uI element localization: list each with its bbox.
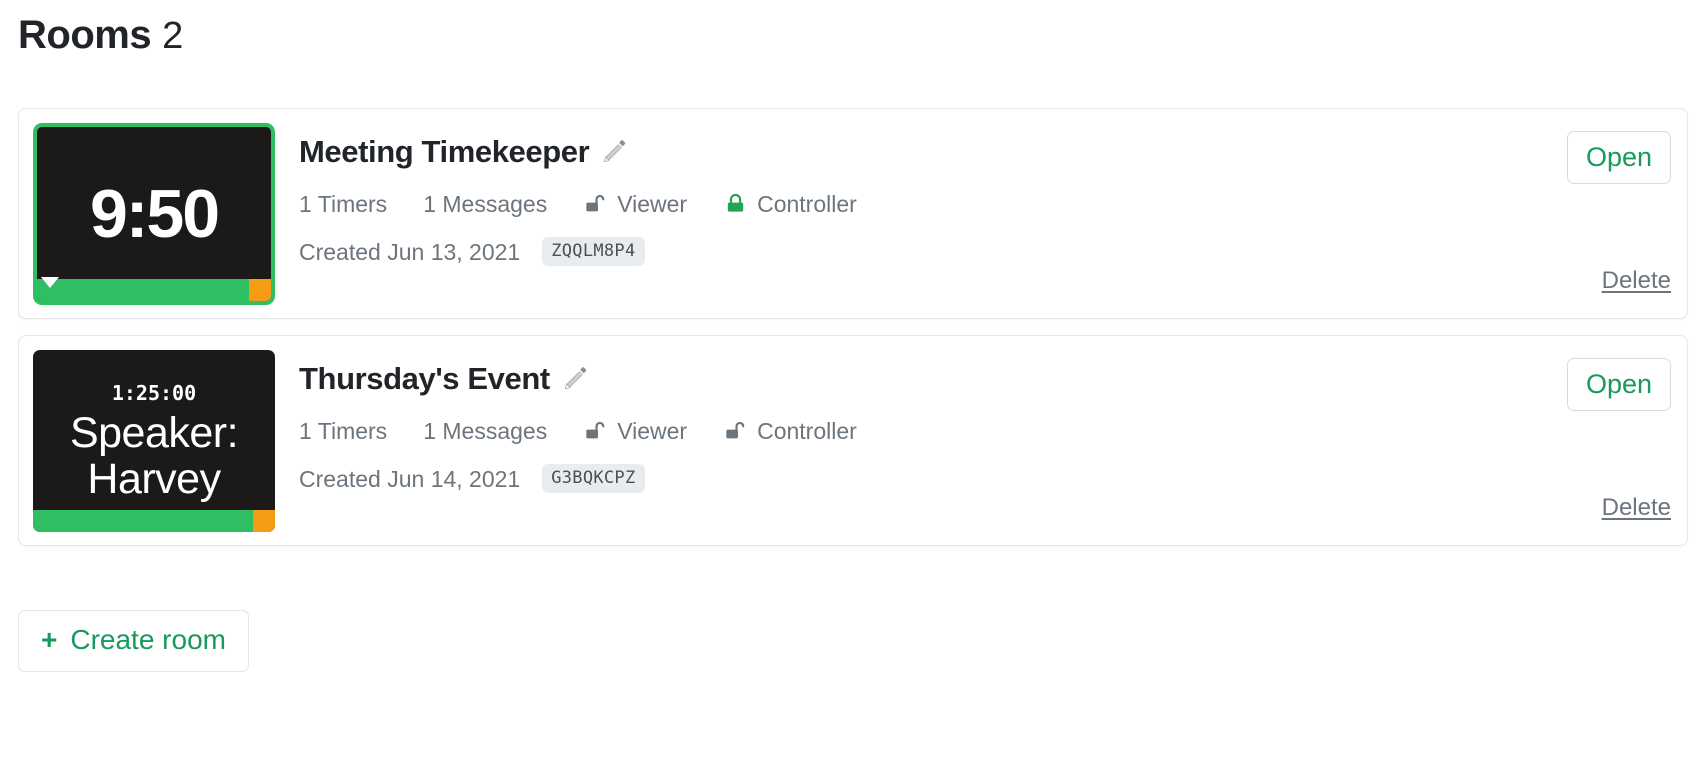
progress-green-segment <box>33 510 253 532</box>
locked-padlock-icon <box>723 192 748 217</box>
rooms-count: 2 <box>162 15 183 57</box>
room-title-row: Meeting Timekeeper <box>299 133 1551 171</box>
room-thumbnail[interactable]: 9:50 <box>33 123 275 305</box>
unlocked-padlock-icon <box>723 419 748 444</box>
delete-link[interactable]: Delete <box>1602 267 1671 295</box>
timers-count: 1 Timers <box>299 190 387 218</box>
messages-count: 1 Messages <box>423 417 547 445</box>
pencil-icon[interactable] <box>600 138 628 166</box>
controller-label: Controller <box>757 191 857 217</box>
rooms-list: 9:50 Meeting Timekeeper 1 Timers 1 Messa… <box>18 108 1688 546</box>
messages-count-label: 1 Messages <box>423 418 548 444</box>
room-thumbnail[interactable]: 1:25:00 Speaker: Harvey <box>33 350 275 532</box>
thumbnail-progress-bar <box>33 510 275 532</box>
room-code-badge[interactable]: ZQQLM8P4 <box>542 237 645 266</box>
viewer-access: Viewer <box>583 417 687 445</box>
create-room-button[interactable]: + Create room <box>18 610 249 672</box>
room-details: Thursday's Event 1 Timers 1 Messages Vie… <box>275 349 1551 493</box>
room-actions: Open Delete <box>1551 122 1671 305</box>
created-date: Created Jun 13, 2021 <box>299 238 521 265</box>
delete-link[interactable]: Delete <box>1602 494 1671 522</box>
timers-count-label: 1 Timers <box>299 418 388 444</box>
progress-orange-segment <box>253 510 275 532</box>
room-details: Meeting Timekeeper 1 Timers 1 Messages V… <box>275 122 1551 266</box>
room-meta-row: 1 Timers 1 Messages Viewer Controller <box>299 190 1551 218</box>
room-code-badge[interactable]: G3BQKCPZ <box>542 464 645 493</box>
room-card[interactable]: 9:50 Meeting Timekeeper 1 Timers 1 Messa… <box>18 108 1688 319</box>
progress-green-segment <box>37 279 249 301</box>
progress-orange-segment <box>249 279 271 301</box>
timers-count-label: 1 Timers <box>299 191 388 217</box>
progress-marker-icon <box>41 277 59 288</box>
open-button[interactable]: Open <box>1566 131 1671 184</box>
viewer-label: Viewer <box>617 191 688 217</box>
room-actions: Open Delete <box>1551 349 1671 532</box>
viewer-access: Viewer <box>583 190 687 218</box>
created-date: Created Jun 14, 2021 <box>299 465 521 492</box>
messages-count: 1 Messages <box>423 190 547 218</box>
controller-access: Controller <box>723 417 857 445</box>
pencil-icon[interactable] <box>561 365 589 393</box>
create-room-label: Create room <box>70 624 226 655</box>
page-title-text: Rooms <box>18 13 152 57</box>
room-title-row: Thursday's Event <box>299 360 1551 398</box>
room-created-row: Created Jun 13, 2021 ZQQLM8P4 <box>299 237 1551 266</box>
page-title: Rooms 2 <box>18 0 1688 67</box>
thumbnail-message-text: Speaker: Harvey <box>69 409 239 503</box>
timers-count: 1 Timers <box>299 417 387 445</box>
plus-icon: + <box>41 624 58 655</box>
room-title: Meeting Timekeeper <box>299 134 590 169</box>
thumbnail-small-clock: 1:25:00 <box>111 381 197 405</box>
unlocked-padlock-icon <box>583 192 608 217</box>
controller-access: Controller <box>723 190 857 218</box>
messages-count-label: 1 Messages <box>423 191 548 217</box>
viewer-label: Viewer <box>617 418 688 444</box>
unlocked-padlock-icon <box>583 419 608 444</box>
room-created-row: Created Jun 14, 2021 G3BQKCPZ <box>299 464 1551 493</box>
room-title: Thursday's Event <box>299 361 550 396</box>
room-thumbnail-wrapper: 1:25:00 Speaker: Harvey <box>33 349 275 532</box>
thumbnail-big-clock: 9:50 <box>89 176 220 252</box>
controller-label: Controller <box>757 418 857 444</box>
room-card[interactable]: 1:25:00 Speaker: Harvey Thursday's Event <box>18 335 1688 546</box>
rooms-page: Rooms 2 9:50 Meeting Timekeeper 1 Timers… <box>0 0 1706 764</box>
room-thumbnail-wrapper: 9:50 <box>33 122 275 305</box>
thumbnail-progress-bar <box>37 279 271 301</box>
open-button[interactable]: Open <box>1566 358 1671 411</box>
room-meta-row: 1 Timers 1 Messages Viewer Controller <box>299 417 1551 445</box>
